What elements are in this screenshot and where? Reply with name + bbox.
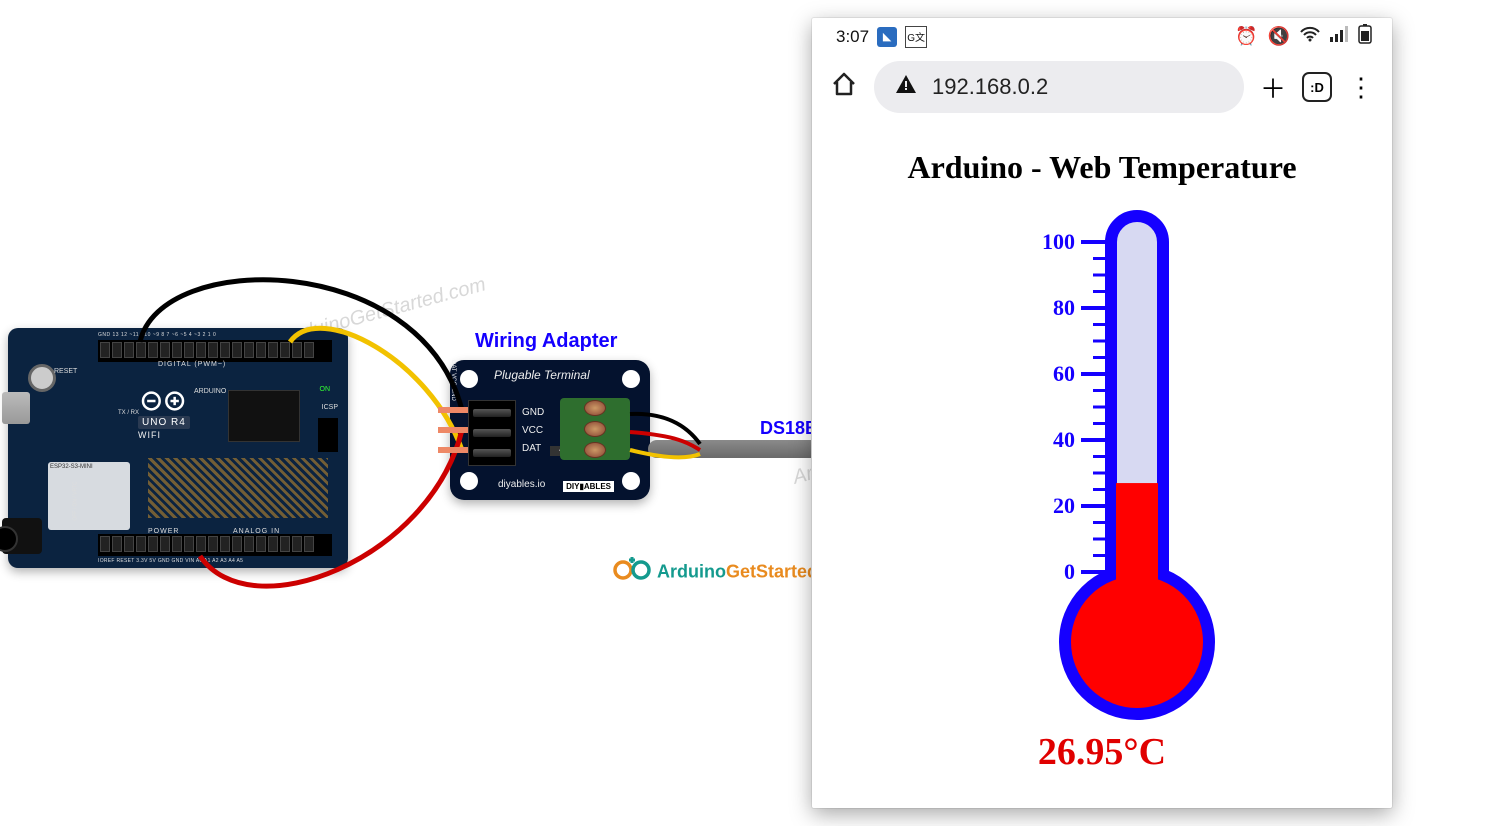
digital-label: DIGITAL (PWM~) <box>158 361 226 368</box>
adapter-pin-labels: GND VCC DAT <box>522 404 544 458</box>
wiring-adapter-heading: Wiring Adapter <box>475 330 617 353</box>
url-pill[interactable]: 192.168.0.2 <box>874 61 1244 113</box>
diyables-badge: DIY▮ABLES <box>563 481 614 492</box>
svg-text:20: 20 <box>1053 493 1075 518</box>
temperature-reading: 26.95°C <box>1038 730 1166 774</box>
mute-icon: 🔇 <box>1268 26 1290 47</box>
browser-menu-icon[interactable]: ⋮ <box>1348 72 1374 103</box>
adapter-pin-header <box>468 400 516 466</box>
wifi-label: WIFI <box>138 430 161 440</box>
main-chip <box>228 390 300 442</box>
phone-time: 3:07 <box>836 27 869 47</box>
svg-text:60: 60 <box>1053 361 1075 386</box>
new-tab-icon[interactable]: ＋ <box>1260 69 1286 106</box>
page-heading: Arduino - Web Temperature <box>812 149 1392 186</box>
power-analog-header <box>98 534 332 556</box>
usb-c-port <box>2 392 30 424</box>
plugable-terminal-adapter: Plugable Terminal GND VCC DAT 472 Ω DAT … <box>450 360 650 500</box>
tx-rx-label: TX / RX <box>118 410 139 416</box>
svg-text:40: 40 <box>1053 427 1075 452</box>
off-on-label: OFF / ON / VRTC <box>73 481 79 520</box>
svg-text:100: 100 <box>1042 229 1075 254</box>
wifi-icon <box>1300 26 1320 47</box>
phone-browser-mockup: 3:07 ◣ G文 ⏰ 🔇 192.168.0.2 <box>812 18 1392 808</box>
signal-icon <box>1330 26 1348 47</box>
esp32-module: ESP32-S3-MINI <box>48 462 130 530</box>
icsp-label: ICSP <box>322 404 338 411</box>
phone-status-bar: 3:07 ◣ G文 ⏰ 🔇 <box>812 18 1392 51</box>
app-icon: ◣ <box>877 27 897 47</box>
term-labels: DAT VCC GND <box>450 360 456 401</box>
not-secure-icon <box>894 73 918 101</box>
thermometer-graphic: 100 80 60 40 20 0 <box>957 202 1247 722</box>
browser-address-bar: 192.168.0.2 ＋ :D ⋮ <box>812 51 1392 127</box>
adapter-title: Plugable Terminal <box>494 368 590 382</box>
infinity-logo-icon <box>612 556 652 589</box>
reset-button <box>28 364 56 392</box>
url-text: 192.168.0.2 <box>932 74 1048 100</box>
icsp-header <box>318 418 338 452</box>
arduino-uno-r4-wifi: RESET ICSP ON ARDUINO UNO R4 WIFI ESP32-… <box>8 328 348 568</box>
svg-text:80: 80 <box>1053 295 1075 320</box>
top-pin-labels: GND 13 12 ~11 ~10 ~9 8 7 ~6 ~5 4 ~3 2 1 … <box>98 332 216 338</box>
led-matrix <box>148 458 328 518</box>
power-label: POWER <box>148 528 179 535</box>
analog-in-label: ANALOG IN <box>233 528 280 535</box>
battery-icon <box>1358 24 1372 49</box>
screw-terminal <box>560 398 630 460</box>
on-led-label: ON <box>320 386 331 393</box>
arduino-brand: ARDUINO <box>194 388 226 395</box>
translate-icon: G文 <box>905 26 927 48</box>
reset-label: RESET <box>54 368 77 375</box>
alarm-icon: ⏰ <box>1235 26 1257 47</box>
uno-r4-label: UNO R4 <box>138 416 190 429</box>
barrel-jack <box>2 518 42 554</box>
bottom-pin-labels: IOREF RESET 3.3V 5V GND GND VIN A0 A1 A2… <box>98 558 243 564</box>
adapter-brand: diyables.io <box>498 479 545 490</box>
tabs-icon[interactable]: :D <box>1302 72 1332 102</box>
svg-text:0: 0 <box>1064 559 1075 584</box>
home-icon[interactable] <box>830 70 858 105</box>
digital-header <box>98 340 332 362</box>
arduino-logo-icon <box>138 388 188 414</box>
